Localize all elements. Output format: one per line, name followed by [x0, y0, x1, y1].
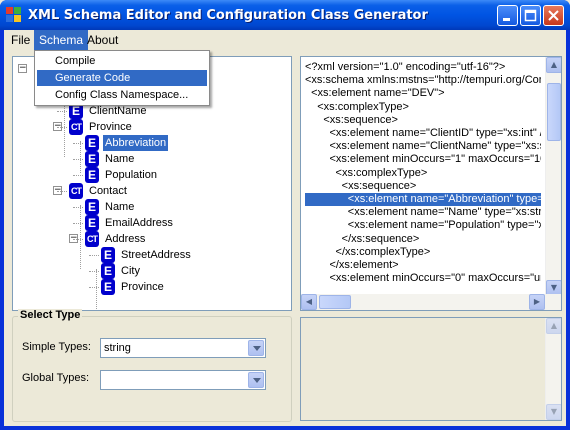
element-icon: E	[85, 135, 99, 151]
tree-connector	[73, 143, 83, 144]
xml-horizontal-scrollbar[interactable]: ◀ ▶	[301, 294, 561, 310]
menu-schema[interactable]: Schema	[34, 30, 89, 50]
xml-line: <xs:element name="DEV">	[305, 87, 445, 100]
menu-item-config-class-namespace[interactable]: Config Class Namespace...	[37, 87, 207, 103]
tree-node-label: Abbreviation	[103, 135, 169, 151]
scroll-left-icon[interactable]: ◀	[301, 294, 317, 310]
element-icon: E	[85, 215, 99, 231]
xml-vertical-scrollbar[interactable]: ▲ ▼	[545, 57, 561, 296]
chevron-down-icon[interactable]	[248, 372, 264, 388]
tree-connector	[57, 127, 67, 128]
menu-item-generate-code[interactable]: Generate Code	[37, 70, 207, 86]
tree-node-label: EmailAddress	[105, 217, 173, 229]
xml-line: </xs:complexType>	[305, 245, 431, 258]
tree-node-label: Province	[89, 121, 132, 133]
tree-connector	[89, 255, 99, 256]
xml-line: <xs:schema xmlns:mstns="http://tempuri.o…	[305, 74, 541, 87]
tree-connector	[80, 205, 81, 269]
tree-connector	[73, 207, 83, 208]
xml-line: </xs:sequence>	[305, 232, 420, 245]
tree-connector	[89, 271, 99, 272]
element-icon: E	[101, 247, 115, 263]
tree-connector	[64, 101, 65, 157]
close-icon	[548, 10, 559, 21]
close-button[interactable]	[543, 5, 564, 26]
xml-line: <xs:element name="Abbreviation" type="	[305, 193, 541, 206]
tree-connector	[73, 159, 83, 160]
tree-connector	[73, 223, 83, 224]
xml-line: <xs:element name="Population" type="xs	[305, 219, 541, 232]
xml-line: </xs:element>	[305, 259, 399, 271]
element-icon: E	[101, 263, 115, 279]
tree-node-label: Province	[121, 281, 164, 293]
xml-source-view[interactable]: <?xml version="1.0" encoding="utf-16"?> <…	[300, 56, 562, 311]
tree-connector	[80, 141, 81, 173]
details-vertical-scrollbar[interactable]: ▲ ▼	[545, 318, 561, 420]
select-type-title: Select Type	[18, 309, 83, 321]
tree-node-label: Population	[105, 169, 157, 181]
element-icon: E	[85, 151, 99, 167]
xml-line: <?xml version="1.0" encoding="utf-16"?>	[305, 61, 506, 73]
xml-line: <xs:sequence>	[305, 179, 417, 192]
simple-types-select[interactable]: string	[100, 338, 266, 358]
simple-types-value: string	[104, 342, 131, 354]
select-type-group	[12, 316, 292, 422]
xml-line: <xs:complexType>	[305, 166, 428, 179]
maximize-icon	[524, 9, 537, 22]
global-types-label: Global Types:	[22, 372, 90, 384]
scroll-thumb[interactable]	[547, 83, 561, 141]
element-icon: E	[101, 279, 115, 295]
xml-line: <xs:complexType>	[305, 100, 409, 113]
global-types-select[interactable]	[100, 370, 266, 390]
minimize-icon	[503, 18, 510, 21]
tree-node-label: Name	[105, 201, 135, 213]
xml-line: <xs:element name="ClientID" type="xs:int…	[305, 127, 541, 139]
window-title: XML Schema Editor and Configuration Clas…	[28, 8, 428, 23]
element-icon: E	[85, 167, 99, 183]
complex-type-icon: CT	[69, 119, 83, 135]
client-area: File Schema About − E ClientName − CT Provin…	[4, 30, 566, 426]
maximize-button[interactable]	[520, 5, 541, 26]
tree-connector	[89, 287, 99, 288]
xml-line: <xs:sequence>	[305, 113, 398, 126]
details-panel[interactable]: ▲ ▼	[300, 317, 562, 421]
app-window: XML Schema Editor and Configuration Clas…	[0, 0, 570, 430]
scroll-down-icon[interactable]: ▼	[546, 404, 561, 420]
schema-menu-dropdown: Compile Generate Code Config Class Names…	[34, 50, 210, 106]
tree-node-label: Contact	[89, 185, 127, 197]
complex-type-icon: CT	[69, 183, 83, 199]
tree-connector	[73, 239, 83, 240]
xml-line: <xs:element minOccurs="0" maxOccurs="un	[305, 272, 541, 285]
scroll-up-icon[interactable]: ▲	[546, 57, 561, 73]
chevron-down-icon[interactable]	[248, 340, 264, 356]
tree-connector	[57, 191, 67, 192]
tree-connector	[73, 175, 83, 176]
tree-node-label: Name	[105, 153, 135, 165]
scroll-right-icon[interactable]: ▶	[529, 294, 545, 310]
collapse-icon[interactable]: −	[18, 64, 27, 73]
xml-line: <xs:element name="ClientName" type="xs:s…	[305, 140, 541, 153]
title-bar[interactable]: XML Schema Editor and Configuration Clas…	[0, 0, 570, 30]
tree-connector	[96, 269, 97, 310]
menu-about[interactable]: About	[82, 30, 123, 50]
minimize-button[interactable]	[497, 5, 518, 26]
menu-file[interactable]: File	[6, 30, 35, 50]
app-icon	[6, 7, 22, 23]
menu-item-compile[interactable]: Compile	[37, 53, 207, 69]
tree-connector	[57, 111, 67, 112]
complex-type-icon: CT	[85, 231, 99, 247]
simple-types-label: Simple Types:	[22, 341, 91, 353]
menu-bar: File Schema About	[4, 30, 566, 50]
xml-line: <xs:element minOccurs="1" maxOccurs="10	[305, 153, 541, 166]
tree-node-label: City	[121, 265, 140, 277]
element-icon: E	[85, 199, 99, 215]
tree-node-label: StreetAddress	[121, 249, 191, 261]
scroll-thumb[interactable]	[319, 295, 351, 309]
xml-line: <xs:element name="Name" type="xs:strir	[305, 206, 541, 219]
tree-node-label: Address	[105, 233, 146, 245]
scroll-up-icon[interactable]: ▲	[546, 318, 561, 334]
